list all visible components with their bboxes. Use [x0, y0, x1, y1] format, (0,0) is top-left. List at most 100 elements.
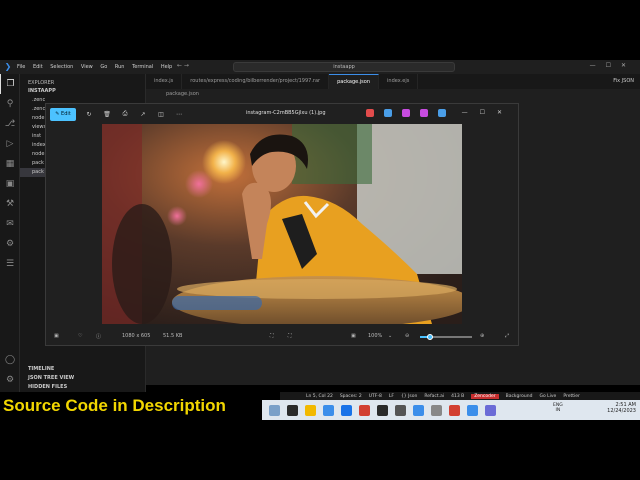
taskbar-app-icon[interactable] — [359, 404, 370, 416]
section-timeline[interactable]: TIMELINE — [20, 365, 146, 374]
tab-package-json[interactable]: package.json — [329, 74, 380, 89]
gear-icon[interactable]: ⚙ — [0, 370, 20, 390]
title-bar: ❯ File Edit Selection View Go Run Termin… — [0, 60, 640, 74]
status-prettier[interactable]: Prettier — [563, 394, 580, 399]
viewer-toolbar: ✎ Edit ↻ 🗑 ⎙ ↗ ◫ ⋯ instagram-C2mBB5Gjlxu… — [46, 104, 520, 124]
chat-icon[interactable]: ✉ — [0, 214, 20, 234]
app-shortcut-icon[interactable] — [384, 109, 392, 117]
info-icon[interactable]: ⓘ — [96, 333, 101, 340]
clock-date: 12/24/2023 — [607, 408, 636, 414]
section-hidden-files[interactable]: HIDDEN FILES — [20, 383, 146, 392]
edit-button[interactable]: ✎ Edit — [50, 107, 76, 121]
language-indicator[interactable]: ENG IN — [553, 403, 563, 413]
displayed-photo[interactable] — [102, 124, 462, 324]
menu-selection[interactable]: Selection — [50, 64, 73, 70]
app-shortcut-icon[interactable] — [366, 109, 374, 117]
zoom-level[interactable]: 100% — [368, 333, 382, 339]
taskbar-app-icon[interactable] — [431, 404, 442, 416]
filmstrip-icon[interactable]: ▣ — [54, 333, 59, 339]
status-eol[interactable]: LF — [389, 394, 394, 399]
print-icon[interactable]: ⎙ — [120, 110, 130, 118]
breadcrumb[interactable]: package.json — [146, 89, 640, 99]
zoom-slider[interactable] — [420, 334, 472, 340]
taskbar-icons — [262, 404, 496, 416]
app-shortcut-icon[interactable] — [420, 109, 428, 117]
source-control-icon[interactable]: ⎇ — [0, 114, 20, 134]
account-icon[interactable]: ◯ — [0, 350, 20, 370]
editor-tabs: index.js routes/express/coding/bilberren… — [146, 74, 640, 89]
tab-index-ejs[interactable]: index.ejs — [379, 74, 419, 89]
slideshow-icon[interactable]: ▣ — [351, 333, 356, 339]
menu-go[interactable]: Go — [100, 64, 107, 70]
activity-bar: ❐ ⚲ ⎇ ▷ ▦ ▣ ⚒ ✉ ⚙ ☰ ◯ ⚙ — [0, 74, 20, 392]
fix-json-button[interactable]: Fix JSON — [613, 74, 640, 89]
taskbar-app-icon[interactable] — [377, 404, 388, 416]
menu-edit[interactable]: Edit — [33, 64, 43, 70]
image-dimensions: 1080 x 605 — [122, 333, 151, 339]
taskbar-app-icon[interactable] — [485, 404, 496, 416]
rotate-icon[interactable]: ↻ — [84, 111, 94, 118]
status-background[interactable]: Background — [506, 394, 533, 399]
tab-routes-rar[interactable]: routes/express/coding/bilberrender/proje… — [182, 74, 330, 89]
menu-terminal[interactable]: Terminal — [132, 64, 153, 70]
share-icon[interactable]: ↗ — [138, 111, 148, 118]
open-with-app-icons — [366, 109, 456, 117]
tool-icon[interactable]: ⚙ — [0, 234, 20, 254]
taskbar-app-icon[interactable] — [287, 404, 298, 416]
run-debug-icon[interactable]: ▷ — [0, 134, 20, 154]
zoom-slider-thumb[interactable] — [427, 334, 434, 340]
testing-icon[interactable]: ⚒ — [0, 194, 20, 214]
taskbar-app-icon[interactable] — [305, 404, 316, 416]
app-shortcut-icon[interactable] — [438, 109, 446, 117]
image-filename: instagram-C2mBB5Gjlxu (1).jpg — [246, 110, 326, 116]
more-options-icon[interactable]: ⋯ — [174, 111, 184, 118]
tab-index-js[interactable]: index.js — [146, 74, 183, 89]
status-refact[interactable]: Refact.ai — [424, 394, 444, 399]
info-panel-icon[interactable]: ◫ — [156, 111, 166, 118]
menu-file[interactable]: File — [17, 64, 25, 70]
viewer-window-controls[interactable]: —☐✕ — [462, 109, 514, 116]
remote-explorer-icon[interactable]: ▣ — [0, 174, 20, 194]
search-icon[interactable]: ⚲ — [0, 94, 20, 114]
region-code: IN — [555, 408, 561, 413]
favorite-heart-icon[interactable]: ♡ — [78, 333, 82, 339]
command-center-search[interactable]: instaapp — [233, 62, 455, 72]
database-icon[interactable]: ☰ — [0, 254, 20, 274]
status-go-live[interactable]: Go Live — [539, 394, 556, 399]
system-clock[interactable]: 2:51 AM 12/24/2023 — [607, 402, 636, 414]
zoom-in-icon[interactable]: ⊕ — [480, 333, 484, 339]
taskbar-app-icon[interactable] — [449, 404, 460, 416]
menu-view[interactable]: View — [81, 64, 93, 70]
section-json-tree-view[interactable]: JSON TREE VIEW — [20, 374, 146, 383]
app-shortcut-icon[interactable] — [402, 109, 410, 117]
menu-help[interactable]: Help — [161, 64, 172, 70]
fullscreen-icon[interactable]: ⤢ — [505, 333, 509, 339]
taskbar-app-icon[interactable] — [323, 404, 334, 416]
status-cursor-position[interactable]: Ln 5, Col 22 — [306, 394, 333, 399]
menu-run[interactable]: Run — [115, 64, 125, 70]
zencoder-badge[interactable]: Zencoder — [471, 393, 499, 399]
taskbar-app-icon[interactable] — [269, 404, 280, 416]
taskbar-app-icon[interactable] — [395, 404, 406, 416]
window-controls[interactable]: —☐✕ — [590, 62, 636, 69]
windows-taskbar: ENG IN 2:51 AM 12/24/2023 — [262, 400, 640, 420]
video-caption: Source Code in Description — [3, 396, 226, 415]
taskbar-app-icon[interactable] — [341, 404, 352, 416]
nav-arrows[interactable]: ← → — [177, 62, 189, 69]
fit-to-window-icon[interactable]: ⛶ — [270, 333, 274, 339]
explorer-icon[interactable]: ❐ — [0, 74, 20, 94]
viewer-status-bar: ▣ ♡ ⓘ 1080 x 605 51.5 KB ⛶ ⛶ ▣ 100% ⌄ ⊖ … — [46, 328, 520, 346]
status-language[interactable]: {} Json — [401, 394, 417, 399]
status-encoding[interactable]: UTF-8 — [369, 394, 382, 399]
status-size: 413 B — [451, 393, 465, 399]
taskbar-app-icon[interactable] — [467, 404, 478, 416]
explorer-header: EXPLORER — [28, 80, 55, 86]
extensions-icon[interactable]: ▦ — [0, 154, 20, 174]
zoom-out-icon[interactable]: ⊖ — [405, 333, 409, 339]
taskbar-app-icon[interactable] — [413, 404, 424, 416]
status-spaces[interactable]: Spaces: 2 — [340, 394, 362, 399]
actual-size-icon[interactable]: ⛶ — [288, 333, 292, 339]
project-folder[interactable]: INSTAAPP — [20, 88, 145, 96]
zoom-dropdown-icon[interactable]: ⌄ — [388, 333, 392, 339]
delete-icon[interactable]: 🗑 — [102, 111, 112, 118]
